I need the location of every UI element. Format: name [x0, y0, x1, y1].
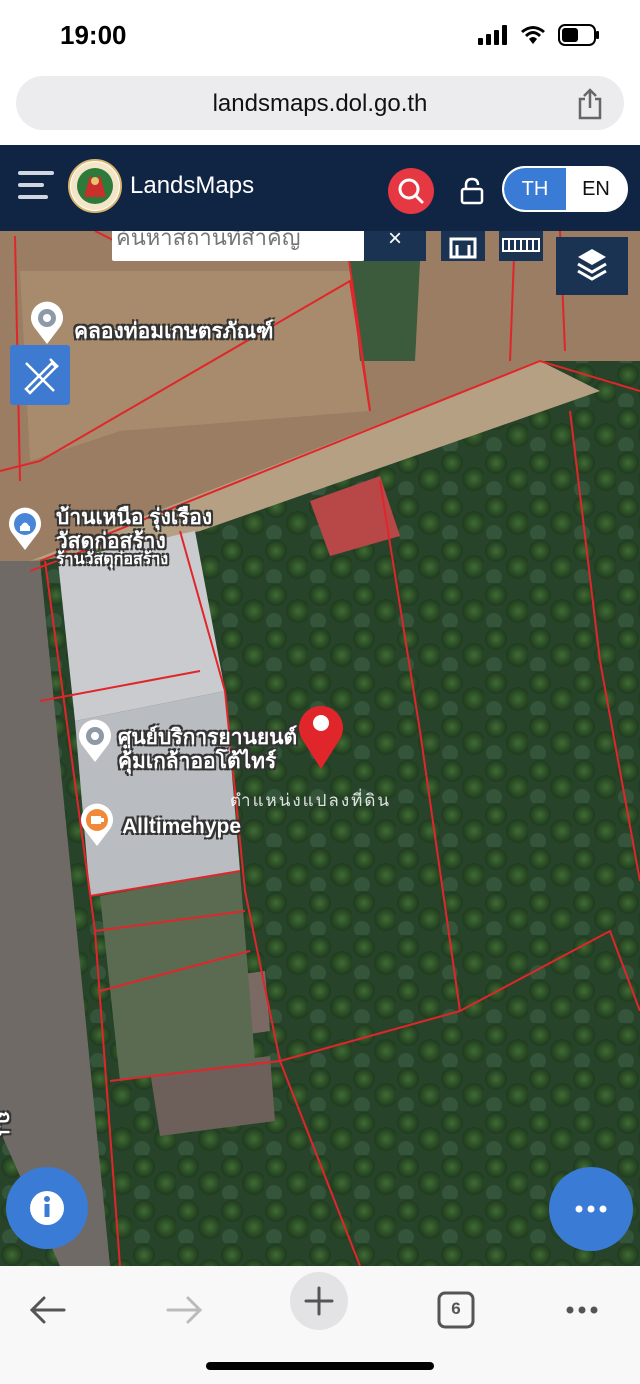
tab-count: 6 [451, 1299, 461, 1318]
wifi-icon [521, 26, 545, 44]
draw-measure-button[interactable] [10, 345, 70, 405]
map-view[interactable]: × คลองท่อมเกษตรภัณฑ์ บ้านเหนื [0, 231, 640, 1266]
department-logo [68, 159, 122, 213]
browser-menu-button[interactable] [552, 1280, 612, 1340]
search-icon [398, 178, 424, 204]
place-search-input[interactable] [112, 231, 364, 253]
app-title: LandsMaps [130, 172, 255, 199]
forward-button[interactable] [154, 1280, 214, 1340]
ellipsis-icon [566, 1306, 598, 1314]
search-clear-button[interactable]: × [364, 231, 426, 261]
layers-icon [577, 249, 607, 281]
lock-icon [460, 177, 484, 205]
layers-button[interactable] [556, 237, 628, 295]
cafe-poi-marker[interactable] [78, 803, 116, 847]
auto-service-label-line2: คุ้มเกล้าออโต้ไทร์ [118, 750, 277, 773]
parcel-location-marker[interactable] [294, 699, 348, 771]
info-button[interactable] [6, 1167, 88, 1249]
building-tool-button[interactable] [441, 231, 485, 261]
address-bar[interactable]: landsmaps.dol.go.th [16, 76, 624, 130]
building-icon [449, 237, 477, 259]
language-toggle[interactable]: TH EN [502, 166, 628, 212]
auto-service-poi-marker[interactable] [76, 719, 114, 763]
app-header: LandsMaps TH EN [0, 145, 640, 231]
more-options-button[interactable] [549, 1167, 633, 1251]
new-tab-button[interactable] [290, 1272, 348, 1330]
grid-icon [502, 238, 540, 252]
lang-th-option[interactable]: TH [504, 168, 566, 210]
signal-icon [478, 25, 507, 45]
place-search-box[interactable] [112, 231, 364, 261]
grid-tool-button[interactable] [499, 231, 543, 261]
ruler-pencil-icon [24, 358, 59, 395]
search-button[interactable] [388, 168, 434, 214]
info-icon [30, 1191, 64, 1225]
back-arrow-icon [29, 1296, 66, 1324]
lock-button[interactable] [458, 176, 486, 206]
canal-poi-marker[interactable] [28, 301, 66, 345]
parcel-caption: ตำแหน่งแปลงที่ดิน [230, 791, 392, 810]
status-time: 19:00 [60, 20, 127, 50]
url-text: landsmaps.dol.go.th [212, 90, 428, 117]
battery-icon [558, 24, 599, 46]
back-button[interactable] [18, 1280, 78, 1340]
status-bar: 19:00 [0, 0, 640, 72]
road-label: ถ.เ [0, 1111, 15, 1137]
forward-arrow-icon [166, 1296, 203, 1324]
lang-en-option[interactable]: EN [566, 168, 626, 210]
store-poi-marker[interactable] [6, 507, 44, 551]
canal-label: คลองท่อมเกษตรภัณฑ์ [74, 320, 274, 343]
home-indicator [206, 1362, 434, 1370]
plus-icon [304, 1286, 334, 1316]
tabs-button[interactable]: 6 [426, 1280, 486, 1340]
alltimehype-label: Alltimehype [122, 815, 242, 838]
more-dots-icon [575, 1205, 607, 1213]
store-label-line3: ร้านวัสดุก่อสร้าง [56, 551, 169, 568]
share-icon[interactable] [576, 88, 604, 120]
menu-icon[interactable] [18, 171, 54, 201]
status-icons [478, 24, 600, 46]
